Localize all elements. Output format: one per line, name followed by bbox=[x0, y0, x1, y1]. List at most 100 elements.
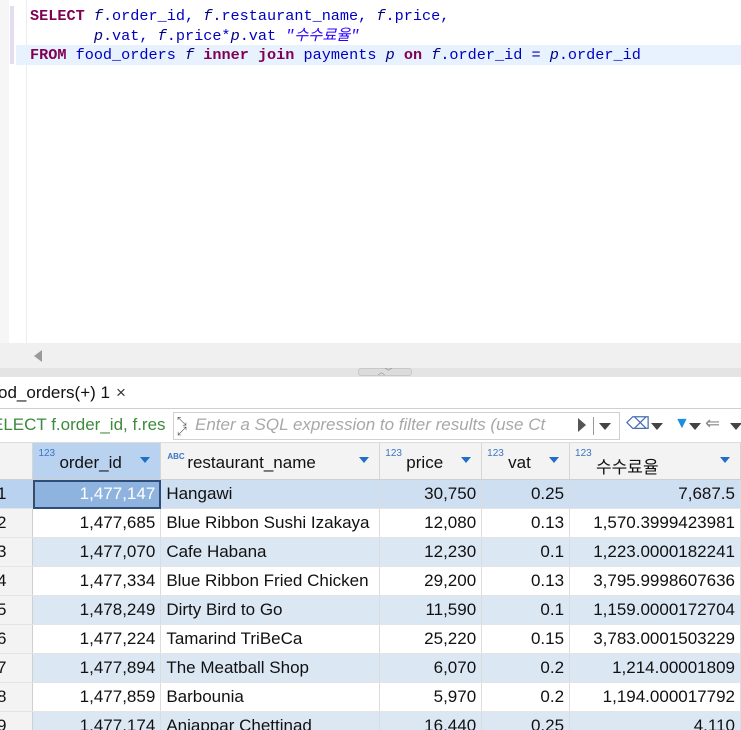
row-number[interactable]: 8 bbox=[0, 682, 34, 712]
cell-fee-rate[interactable]: 4,110 bbox=[569, 711, 741, 730]
column-header-order-id[interactable]: 123 order_id bbox=[32, 443, 162, 480]
table-row[interactable]: 5 1,478,249 Dirty Bird to Go 11,590 0.1 … bbox=[0, 595, 741, 625]
cell-restaurant-name[interactable]: The Meatball Shop bbox=[160, 653, 381, 683]
cell-order-id[interactable]: 1,477,685 bbox=[32, 508, 162, 538]
cell-order-id[interactable]: 1,477,894 bbox=[32, 653, 162, 683]
cell-vat[interactable]: 0.1 bbox=[481, 595, 571, 625]
cell-price[interactable]: 29,200 bbox=[379, 566, 483, 596]
editor-gutter bbox=[0, 0, 9, 343]
cell-order-id[interactable]: 1,477,334 bbox=[32, 566, 162, 596]
query-preview: ELECT f.order_id, f.res bbox=[0, 415, 166, 434]
cell-restaurant-name[interactable]: Tamarind TriBeCa bbox=[160, 624, 381, 654]
row-number[interactable]: 6 bbox=[0, 624, 34, 654]
cell-price[interactable]: 12,230 bbox=[379, 537, 483, 567]
cell-restaurant-name[interactable]: Blue Ribbon Fried Chicken bbox=[160, 566, 381, 596]
cell-vat[interactable]: 0.25 bbox=[481, 711, 571, 730]
sort-dropdown-icon[interactable] bbox=[549, 457, 560, 463]
cell-price[interactable]: 11,590 bbox=[379, 595, 483, 625]
cell-price[interactable]: 25,220 bbox=[379, 624, 483, 654]
cell-order-id[interactable]: 1,477,859 bbox=[32, 682, 162, 712]
row-number[interactable]: 4 bbox=[0, 566, 34, 596]
sort-dropdown-icon[interactable] bbox=[359, 457, 370, 463]
close-icon[interactable]: × bbox=[116, 378, 126, 407]
back-dropdown-icon[interactable] bbox=[730, 423, 741, 430]
statement-marker bbox=[10, 6, 14, 64]
cell-vat[interactable]: 0.25 bbox=[481, 479, 571, 509]
cell-fee-rate[interactable]: 1,159.0000172704 bbox=[569, 595, 741, 625]
row-number[interactable]: 2 bbox=[0, 508, 34, 538]
table-row[interactable]: 4 1,477,334 Blue Ribbon Fried Chicken 29… bbox=[0, 566, 741, 596]
cell-price[interactable]: 30,750 bbox=[379, 479, 483, 509]
table-row[interactable]: 6 1,477,224 Tamarind TriBeCa 25,220 0.15… bbox=[0, 624, 741, 654]
row-number[interactable]: 7 bbox=[0, 653, 34, 683]
cell-restaurant-name[interactable]: Blue Ribbon Sushi Izakaya bbox=[160, 508, 381, 538]
cell-price[interactable]: 5,970 bbox=[379, 682, 483, 712]
cell-order-id[interactable]: 1,477,070 bbox=[32, 537, 162, 567]
cell-price[interactable]: 6,070 bbox=[379, 653, 483, 683]
cell-restaurant-name[interactable]: Dirty Bird to Go bbox=[160, 595, 381, 625]
row-number[interactable]: 3 bbox=[0, 537, 34, 567]
back-arrow-icon[interactable]: ⇐ bbox=[705, 413, 720, 434]
table-row[interactable]: 1 1,477,147 Hangawi 30,750 0.25 7,687.5 bbox=[0, 479, 741, 509]
cell-fee-rate[interactable]: 1,214.00001809 bbox=[569, 653, 741, 683]
results-tab-bar: od_orders(+) 1 × bbox=[0, 377, 741, 409]
tab-results[interactable]: od_orders(+) 1 × bbox=[0, 378, 132, 407]
cell-vat[interactable]: 0.13 bbox=[481, 566, 571, 596]
scroll-left-icon[interactable] bbox=[34, 350, 42, 362]
column-header-restaurant-name[interactable]: ABC restaurant_name bbox=[160, 443, 381, 480]
row-number[interactable]: 1 bbox=[0, 479, 34, 509]
cell-vat[interactable]: 0.13 bbox=[481, 508, 571, 538]
sql-code[interactable]: SELECT f.order_id, f.restaurant_name, f.… bbox=[30, 7, 641, 66]
funnel-icon[interactable]: ▼ bbox=[674, 415, 690, 433]
row-number[interactable]: 5 bbox=[0, 595, 34, 625]
cell-vat[interactable]: 0.2 bbox=[481, 682, 571, 712]
cell-order-id[interactable]: 1,477,147 bbox=[32, 479, 162, 509]
column-header-fee-rate[interactable]: 123 수수료율 bbox=[569, 443, 741, 480]
row-number[interactable]: 9 bbox=[0, 711, 34, 730]
cell-vat[interactable]: 0.1 bbox=[481, 537, 571, 567]
editor-horizontal-scrollbar[interactable] bbox=[0, 343, 741, 368]
eraser-dropdown-icon[interactable] bbox=[651, 423, 663, 430]
table-row[interactable]: 9 1,477,174 Anjappar Chettinad 16,440 0.… bbox=[0, 711, 741, 730]
sort-dropdown-icon[interactable] bbox=[720, 457, 730, 463]
table-row[interactable]: 3 1,477,070 Cafe Habana 12,230 0.1 1,223… bbox=[0, 537, 741, 567]
tab-label: od_orders(+) 1 bbox=[0, 383, 110, 402]
table-row[interactable]: 8 1,477,859 Barbounia 5,970 0.2 1,194.00… bbox=[0, 682, 741, 712]
cell-vat[interactable]: 0.2 bbox=[481, 653, 571, 683]
panel-splitter[interactable]: ︿﹀ bbox=[0, 368, 741, 377]
cell-order-id[interactable]: 1,477,224 bbox=[32, 624, 162, 654]
cell-restaurant-name[interactable]: Barbounia bbox=[160, 682, 381, 712]
table-row[interactable]: 2 1,477,685 Blue Ribbon Sushi Izakaya 12… bbox=[0, 508, 741, 538]
splitter-grip[interactable]: ︿﹀ bbox=[358, 368, 412, 376]
table-row[interactable]: 7 1,477,894 The Meatball Shop 6,070 0.2 … bbox=[0, 653, 741, 683]
cell-vat[interactable]: 0.15 bbox=[481, 624, 571, 654]
cell-restaurant-name[interactable]: Anjappar Chettinad bbox=[160, 711, 381, 730]
row-number-header[interactable] bbox=[0, 443, 34, 480]
eraser-icon[interactable]: ⌫ bbox=[626, 414, 650, 434]
numeric-type-icon: 123 bbox=[487, 448, 504, 459]
cell-fee-rate[interactable]: 1,570.3999423981 bbox=[569, 508, 741, 538]
results-grid[interactable]: 123 order_id ABC restaurant_name 123 pri… bbox=[0, 443, 741, 730]
filter-history-dropdown-icon[interactable] bbox=[599, 423, 611, 430]
expand-filter-icon[interactable]: ⤡ ⤢ bbox=[177, 415, 187, 437]
cell-order-id[interactable]: 1,477,174 bbox=[32, 711, 162, 730]
cell-price[interactable]: 12,080 bbox=[379, 508, 483, 538]
sort-dropdown-icon[interactable] bbox=[140, 457, 151, 463]
cell-fee-rate[interactable]: 1,194.000017792 bbox=[569, 682, 741, 712]
cell-restaurant-name[interactable]: Hangawi bbox=[160, 479, 381, 509]
cell-fee-rate[interactable]: 1,223.0000182241 bbox=[569, 537, 741, 567]
apply-filter-icon[interactable] bbox=[578, 418, 586, 432]
cell-fee-rate[interactable]: 7,687.5 bbox=[569, 479, 741, 509]
column-header-vat[interactable]: 123 vat bbox=[481, 443, 571, 480]
numeric-type-icon: 123 bbox=[385, 448, 402, 459]
column-header-price[interactable]: 123 price bbox=[379, 443, 483, 480]
cell-fee-rate[interactable]: 3,783.0001503229 bbox=[569, 624, 741, 654]
cell-restaurant-name[interactable]: Cafe Habana bbox=[160, 537, 381, 567]
filter-input[interactable] bbox=[195, 414, 575, 436]
cell-order-id[interactable]: 1,478,249 bbox=[32, 595, 162, 625]
sort-dropdown-icon[interactable] bbox=[461, 457, 472, 463]
funnel-dropdown-icon[interactable] bbox=[689, 423, 701, 430]
sql-editor[interactable]: SELECT f.order_id, f.restaurant_name, f.… bbox=[0, 0, 741, 343]
cell-fee-rate[interactable]: 3,795.9998607636 bbox=[569, 566, 741, 596]
cell-price[interactable]: 16,440 bbox=[379, 711, 483, 730]
